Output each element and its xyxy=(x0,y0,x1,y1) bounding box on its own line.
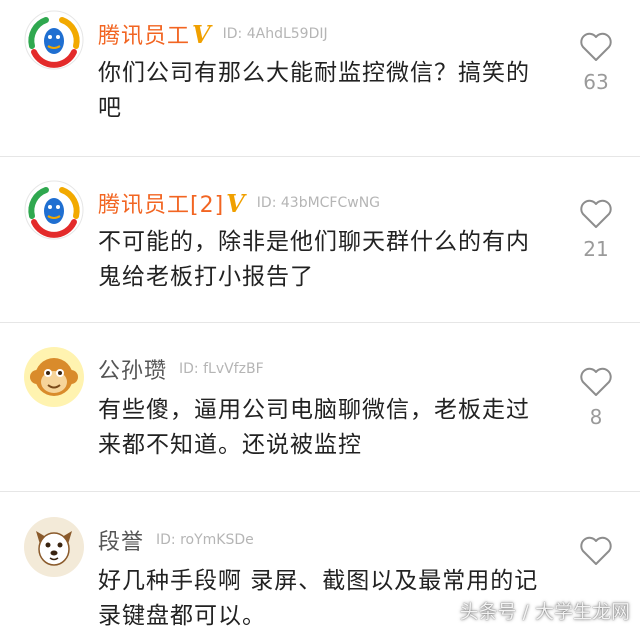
watermark: 头条号 / 大学生龙网 xyxy=(459,601,630,623)
like-count: 63 xyxy=(583,70,609,94)
comment-item: 公孙瓒 ID: fLvVfzBF 有些傻，逼用公司电脑聊微信，老板走过来都不知道… xyxy=(0,323,640,492)
monkey-avatar-icon[interactable] xyxy=(24,347,84,407)
comment-text: 你们公司有那么大能耐监控微信？搞笑的吧 xyxy=(98,60,530,121)
comment-text: 有些傻，逼用公司电脑聊微信，老板走过来都不知道。还说被监控 xyxy=(98,397,530,458)
comment-item: 腾讯员工 V ID: 4AhdL59DIJ 你们公司有那么大能耐监控微信？搞笑的… xyxy=(0,0,640,157)
user-id: ID: 4AhdL59DIJ xyxy=(222,26,328,42)
heart-icon xyxy=(580,199,612,228)
author-name[interactable]: 段誉 xyxy=(98,524,144,556)
author-row: 段誉 ID: roYmKSDe xyxy=(98,524,254,556)
heart-icon xyxy=(580,32,612,61)
author-name[interactable]: 腾讯员工[2] xyxy=(98,187,224,219)
like-count: 8 xyxy=(589,405,603,429)
comment-item: 腾讯员工[2] V ID: 43bMCFCwNG 不可能的，除非是他们聊天群什么… xyxy=(0,157,640,323)
verified-badge-icon: V xyxy=(192,19,211,49)
author-row: 腾讯员工 V ID: 4AhdL59DIJ xyxy=(98,18,328,50)
author-row: 公孙瓒 ID: fLvVfzBF xyxy=(98,353,264,385)
author-row: 腾讯员工[2] V ID: 43bMCFCwNG xyxy=(98,187,380,219)
user-id: ID: fLvVfzBF xyxy=(179,361,264,377)
like-button[interactable]: 8 xyxy=(574,367,618,429)
user-id: ID: 43bMCFCwNG xyxy=(256,195,381,211)
author-name[interactable]: 腾讯员工 xyxy=(98,18,190,50)
tencent-logo-icon[interactable] xyxy=(24,180,84,240)
dog-avatar-icon[interactable] xyxy=(24,517,84,577)
user-id: ID: roYmKSDe xyxy=(156,532,254,548)
verified-badge-icon: V xyxy=(226,188,245,218)
comment-feed: 腾讯员工 V ID: 4AhdL59DIJ 你们公司有那么大能耐监控微信？搞笑的… xyxy=(0,0,640,630)
tencent-logo-icon[interactable] xyxy=(24,10,84,70)
like-button[interactable] xyxy=(574,536,618,574)
like-button[interactable]: 21 xyxy=(574,199,618,261)
heart-icon xyxy=(580,536,612,565)
heart-icon xyxy=(580,367,612,396)
comment-text: 不可能的，除非是他们聊天群什么的有内鬼给老板打小报告了 xyxy=(98,229,530,290)
author-name[interactable]: 公孙瓒 xyxy=(98,353,167,385)
like-count: 21 xyxy=(583,237,609,261)
like-button[interactable]: 63 xyxy=(574,32,618,94)
